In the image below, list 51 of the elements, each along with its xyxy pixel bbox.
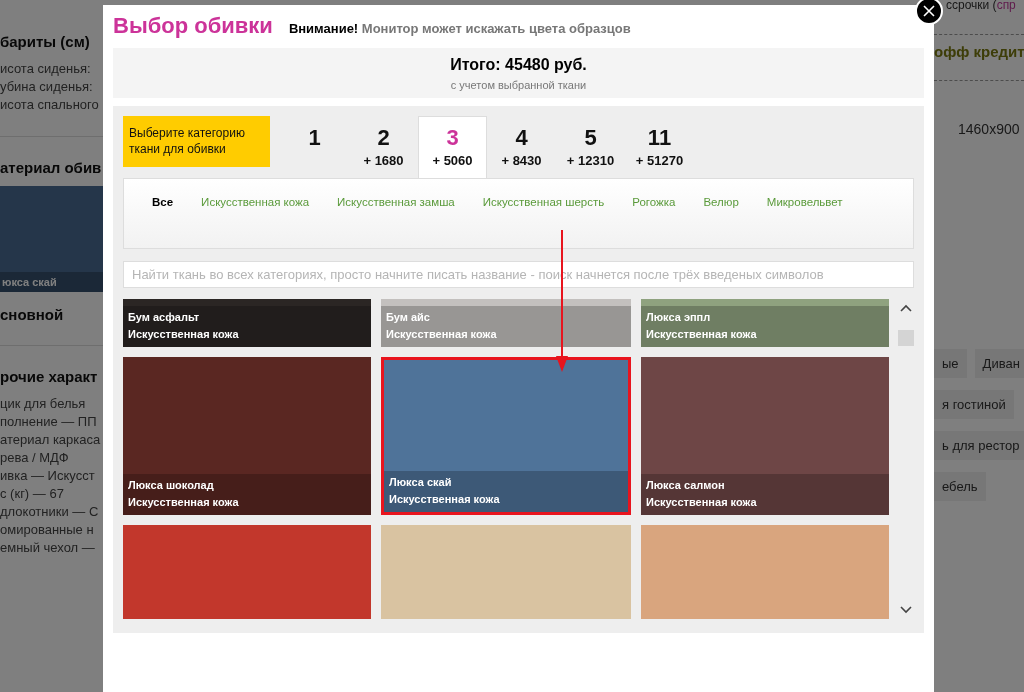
category-tab[interactable]: 2 + 1680 xyxy=(349,116,418,178)
category-tag[interactable]: Диван xyxy=(974,349,1024,378)
spec-line: полнение — ПП xyxy=(0,413,98,431)
spec-line: убина сиденья: xyxy=(0,78,94,96)
fabric-type-link[interactable]: Микровельвет xyxy=(766,196,843,208)
close-button[interactable] xyxy=(915,0,943,25)
fabric-swatch[interactable]: Люкса салмон Искусственная кожа xyxy=(641,357,889,515)
fabric-swatch: юкса скай xyxy=(0,186,103,292)
category-tag[interactable]: ь для рестор xyxy=(934,431,1024,460)
fabric-swatch[interactable]: Люкса эппл Искусственная кожа xyxy=(641,299,889,347)
spec-line: рева / МДФ xyxy=(0,449,70,467)
fabric-type-link[interactable]: Велюр xyxy=(703,196,739,208)
spec-line: с (кг) — 67 xyxy=(0,485,65,503)
fabric-type-link[interactable]: Искусственная шерсть xyxy=(482,196,605,208)
category-tab[interactable]: 5 + 12310 xyxy=(556,116,625,178)
scroll-down-icon[interactable] xyxy=(900,606,912,614)
fabric-type-link[interactable]: Искусственная замша xyxy=(337,196,455,208)
fabric-swatch[interactable]: Люкса шоколад Искусственная кожа xyxy=(123,357,371,515)
spec-line: исота сиденья: xyxy=(0,60,92,78)
fabric-swatch[interactable]: Люкса скай Искусственная кожа xyxy=(381,357,631,515)
scroll-up-icon[interactable] xyxy=(900,304,912,312)
spec-line: длокотники — С xyxy=(0,503,100,521)
close-icon xyxy=(923,5,935,17)
fabric-type-link[interactable]: Искусственная кожа xyxy=(201,196,310,208)
dialog-title: Выбор обивки xyxy=(113,13,273,39)
fabric-swatch[interactable]: Бум асфальт Искусственная кожа xyxy=(123,299,371,347)
spec-line: омированные н xyxy=(0,521,95,539)
total-note: с учетом выбранной ткани xyxy=(450,78,587,91)
fabric-swatch[interactable]: Бум айс Искусственная кожа xyxy=(381,299,631,347)
category-tab[interactable]: 3 + 5060 xyxy=(418,116,487,178)
category-tag[interactable]: ебель xyxy=(934,472,986,501)
category-tab[interactable]: 11 + 51270 xyxy=(625,116,694,178)
fabric-type-link[interactable]: Все xyxy=(152,196,174,208)
spec-line: исота спального xyxy=(0,96,100,114)
help-link[interactable]: спр xyxy=(996,0,1016,12)
category-tab[interactable]: 4 + 8430 xyxy=(487,116,556,178)
total-price: Итого: 45480 руб. xyxy=(450,55,587,74)
spec-line: цик для белья xyxy=(0,395,87,413)
size-value: 1460x900 xyxy=(958,121,1021,137)
spec-line: ивка — Искусст xyxy=(0,467,96,485)
category-tag[interactable]: ые xyxy=(934,349,967,378)
spec-line: емный чехол — xyxy=(0,539,96,557)
category-tag[interactable]: я гостиной xyxy=(934,390,1014,419)
section-heading: сновной xyxy=(0,306,65,323)
category-tab[interactable]: 1 xyxy=(280,116,349,178)
fabric-type-link[interactable]: Рогожка xyxy=(632,196,676,208)
category-prompt: Выберите категорию ткани для обивки xyxy=(123,116,270,167)
warning-text: Внимание! Монитор может искажать цвета образцов xyxy=(288,21,631,36)
scroll-thumb[interactable] xyxy=(898,330,914,346)
section-heading: бариты (см) xyxy=(0,33,91,50)
spec-line: атериал каркаса xyxy=(0,431,102,449)
